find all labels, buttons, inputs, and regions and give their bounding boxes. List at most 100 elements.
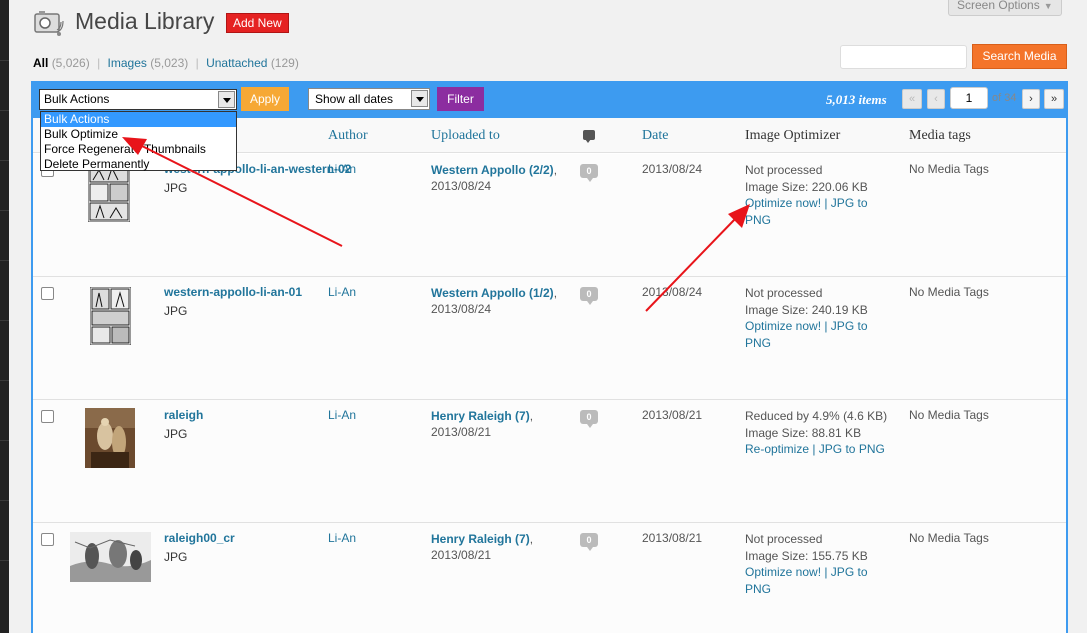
author-link[interactable]: Li-An bbox=[328, 285, 356, 299]
media-tags: No Media Tags bbox=[909, 285, 989, 299]
add-new-button[interactable]: Add New bbox=[226, 13, 289, 33]
first-page-button[interactable]: « bbox=[902, 89, 922, 109]
next-page-button[interactable]: › bbox=[1022, 89, 1040, 109]
optimizer-size: Image Size: 240.19 KB bbox=[745, 302, 868, 317]
media-tags: No Media Tags bbox=[909, 408, 989, 422]
optimizer-size: Image Size: 220.06 KB bbox=[745, 179, 868, 194]
thumbnail-image[interactable] bbox=[89, 286, 132, 346]
optimizer-status: Not processed bbox=[745, 286, 823, 300]
optimizer-cell: Reduced by 4.9% (4.6 KB) Image Size: 88.… bbox=[745, 408, 895, 458]
media-date: 2013/08/24 bbox=[642, 162, 703, 176]
prev-page-button[interactable]: ‹ bbox=[927, 89, 945, 109]
media-title-link[interactable]: western-appollo-li-an-01 bbox=[164, 285, 302, 299]
media-date: 2013/08/21 bbox=[642, 408, 703, 422]
comment-count-badge[interactable]: 0 bbox=[580, 164, 598, 182]
view-filters: All (5,026) | Images (5,023) | Unattache… bbox=[33, 56, 299, 70]
optimizer-size: Image Size: 155.75 KB bbox=[745, 548, 868, 563]
thumbnail-image[interactable] bbox=[87, 163, 131, 223]
optimizer-status: Not processed bbox=[745, 163, 823, 177]
bulk-option-force-regenerate[interactable]: Force Regenerate Thumbnails bbox=[41, 142, 236, 157]
last-page-button[interactable]: » bbox=[1044, 89, 1064, 109]
media-title-link[interactable]: raleigh bbox=[164, 408, 203, 422]
comment-icon bbox=[583, 130, 595, 143]
table-row: raleigh JPG Li-An Henry Raleigh (7), 2013… bbox=[33, 400, 1066, 523]
media-date: 2013/08/24 bbox=[642, 285, 703, 299]
column-media-tags: Media tags bbox=[909, 128, 971, 143]
comment-count-badge[interactable]: 0 bbox=[580, 287, 598, 305]
search-media-button[interactable]: Search Media bbox=[972, 44, 1067, 69]
bulk-option-bulk-actions[interactable]: Bulk Actions bbox=[41, 112, 236, 127]
current-page-input[interactable]: 1 bbox=[950, 87, 988, 109]
optimize-now-link[interactable]: Optimize now! | JPG to PNG bbox=[745, 195, 895, 228]
apply-button[interactable]: Apply bbox=[241, 87, 289, 111]
optimizer-cell: Not processed Image Size: 155.75 KB Opti… bbox=[745, 531, 895, 597]
bulk-actions-dropdown: Bulk Actions Bulk Optimize Force Regener… bbox=[40, 111, 237, 171]
optimizer-status: Reduced by 4.9% (4.6 KB) bbox=[745, 409, 888, 423]
comment-count-badge[interactable]: 0 bbox=[580, 410, 598, 428]
date-filter-select[interactable]: Show all dates bbox=[308, 88, 430, 110]
thumbnail-image[interactable] bbox=[70, 532, 151, 582]
media-tags: No Media Tags bbox=[909, 531, 989, 545]
items-count: 5,013 items bbox=[826, 92, 887, 107]
page-title: Media Library bbox=[75, 8, 215, 34]
column-date[interactable]: Date bbox=[642, 128, 668, 144]
optimizer-size: Image Size: 88.81 KB bbox=[745, 425, 862, 440]
author-link[interactable]: Li-An bbox=[328, 408, 356, 422]
table-row: raleigh00_cr JPG Li-An Henry Raleigh (7)… bbox=[33, 523, 1066, 633]
uploaded-to-link[interactable]: Henry Raleigh (7) bbox=[431, 532, 530, 546]
filter-unattached-count: (129) bbox=[270, 56, 299, 70]
author-link[interactable]: Li-An bbox=[328, 162, 356, 176]
uploaded-to-date: 2013/08/24 bbox=[431, 302, 492, 316]
filter-all-count: (5,026) bbox=[51, 56, 90, 70]
search-input[interactable] bbox=[840, 45, 967, 69]
file-type: JPG bbox=[164, 304, 188, 318]
uploaded-to-link[interactable]: Western Appollo (1/2) bbox=[431, 286, 554, 300]
optimizer-cell: Not processed Image Size: 220.06 KB Opti… bbox=[745, 162, 895, 228]
screen-options-label: Screen Options bbox=[957, 0, 1040, 12]
column-author[interactable]: Author bbox=[328, 128, 368, 144]
bulk-actions-select[interactable]: Bulk Actions bbox=[39, 89, 237, 110]
uploaded-to-link[interactable]: Western Appollo (2/2) bbox=[431, 163, 554, 177]
bulk-option-delete[interactable]: Delete Permanently bbox=[41, 157, 236, 172]
date-filter-value: Show all dates bbox=[315, 92, 394, 106]
optimize-now-link[interactable]: Optimize now! | JPG to PNG bbox=[745, 318, 895, 351]
optimizer-cell: Not processed Image Size: 240.19 KB Opti… bbox=[745, 285, 895, 351]
file-type: JPG bbox=[164, 181, 188, 195]
file-type: JPG bbox=[164, 427, 188, 441]
media-library-icon bbox=[33, 8, 65, 38]
uploaded-to: Henry Raleigh (7), 2013/08/21 bbox=[431, 532, 534, 562]
row-checkbox[interactable] bbox=[41, 287, 54, 300]
table-row: western-appollo-li-an-01 JPG Li-An Weste… bbox=[33, 277, 1066, 400]
row-checkbox[interactable] bbox=[41, 410, 54, 423]
author-link[interactable]: Li-An bbox=[328, 531, 356, 545]
uploaded-to: Henry Raleigh (7), 2013/08/21 bbox=[431, 409, 534, 439]
uploaded-to-date: 2013/08/21 bbox=[431, 425, 492, 439]
media-table: Bulk Actions Apply Show all dates Filter… bbox=[31, 81, 1068, 633]
dropdown-arrow-icon[interactable] bbox=[218, 91, 235, 108]
file-type: JPG bbox=[164, 550, 188, 564]
chevron-down-icon: ▼ bbox=[1043, 1, 1053, 11]
media-date: 2013/08/21 bbox=[642, 531, 703, 545]
re-optimize-link[interactable]: Re-optimize | JPG to PNG bbox=[745, 441, 895, 458]
media-tags: No Media Tags bbox=[909, 162, 989, 176]
dropdown-arrow-icon[interactable] bbox=[411, 90, 428, 107]
uploaded-to: Western Appollo (1/2), 2013/08/24 bbox=[431, 286, 558, 316]
uploaded-to-date: 2013/08/21 bbox=[431, 548, 492, 562]
comment-count-badge[interactable]: 0 bbox=[580, 533, 598, 551]
filter-all[interactable]: All bbox=[33, 56, 48, 70]
bulk-option-bulk-optimize[interactable]: Bulk Optimize bbox=[41, 127, 236, 142]
filter-images-count: (5,023) bbox=[150, 56, 189, 70]
bulk-actions-value: Bulk Actions bbox=[44, 92, 110, 106]
filter-unattached[interactable]: Unattached bbox=[206, 56, 267, 70]
media-title-link[interactable]: raleigh00_cr bbox=[164, 531, 235, 545]
uploaded-to-date: 2013/08/24 bbox=[431, 179, 492, 193]
thumbnail-image[interactable] bbox=[85, 408, 135, 468]
filter-images[interactable]: Images bbox=[108, 56, 147, 70]
screen-options-button[interactable]: Screen Options ▼ bbox=[948, 0, 1062, 16]
uploaded-to-link[interactable]: Henry Raleigh (7) bbox=[431, 409, 530, 423]
row-checkbox[interactable] bbox=[41, 533, 54, 546]
table-row: western-appollo-li-an-western-02 JPG Li-… bbox=[33, 154, 1066, 277]
column-uploaded-to[interactable]: Uploaded to bbox=[431, 128, 500, 144]
optimize-now-link[interactable]: Optimize now! | JPG to PNG bbox=[745, 564, 895, 597]
filter-button[interactable]: Filter bbox=[437, 87, 484, 111]
